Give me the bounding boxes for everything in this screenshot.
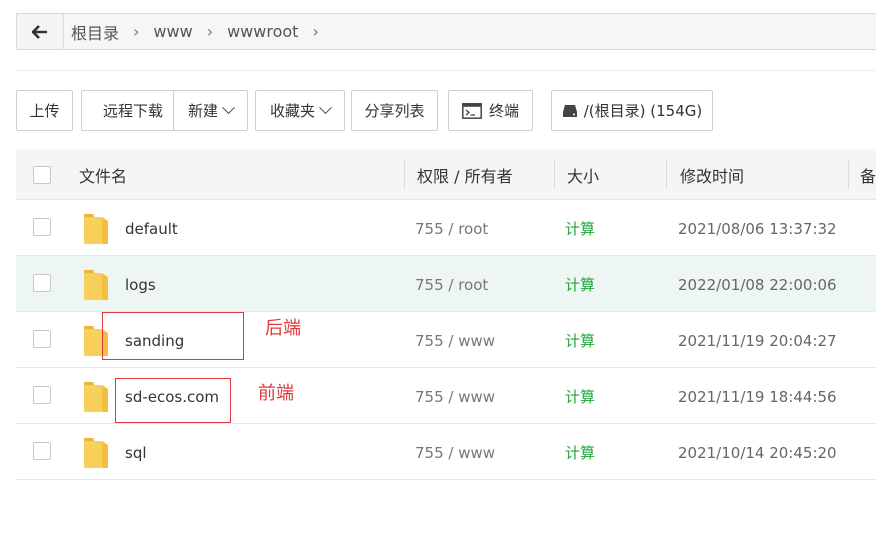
breadcrumb-item-root[interactable]: 根目录	[71, 20, 127, 44]
favorites-label: 收藏夹	[269, 102, 315, 120]
header-filename[interactable]: 文件名	[79, 149, 127, 199]
chevron-right-icon: ›	[206, 22, 214, 41]
table-row[interactable]: sql 755 / www 计算 2021/10/14 20:45:20	[16, 424, 876, 480]
column-divider	[666, 159, 667, 189]
terminal-button[interactable]: 终端	[448, 90, 533, 131]
row-checkbox[interactable]	[33, 274, 51, 292]
folder-icon	[84, 214, 108, 244]
annotation-box-backend	[102, 312, 244, 360]
row-checkbox[interactable]	[33, 218, 51, 236]
upload-label: 上传	[29, 102, 60, 120]
file-modified: 2021/10/14 20:45:20	[678, 444, 837, 462]
table-row[interactable]: default 755 / root 计算 2021/08/06 13:37:3…	[16, 200, 876, 256]
chevron-right-icon: ›	[312, 22, 319, 41]
select-all-checkbox[interactable]	[33, 166, 51, 184]
calculate-size-link[interactable]: 计算	[565, 200, 595, 256]
hard-disk-icon	[562, 104, 577, 117]
folder-icon	[84, 382, 108, 412]
row-checkbox[interactable]	[33, 442, 51, 460]
path-bar: 根目录 › www › wwwroot ›	[16, 13, 876, 50]
file-modified: 2021/11/19 18:44:56	[678, 388, 837, 406]
calculate-size-link[interactable]: 计算	[565, 424, 595, 480]
annotation-backend: 后端	[265, 318, 301, 339]
divider	[16, 70, 876, 71]
new-dropdown-button[interactable]: 新建	[173, 90, 248, 131]
row-checkbox[interactable]	[33, 386, 51, 404]
header-permission[interactable]: 权限 / 所有者	[417, 149, 513, 199]
folder-icon	[84, 438, 108, 468]
chevron-down-icon	[319, 101, 332, 115]
column-divider	[554, 159, 555, 189]
row-checkbox[interactable]	[33, 330, 51, 348]
terminal-icon	[462, 102, 482, 119]
chevron-down-icon	[222, 101, 235, 115]
breadcrumb-item-wwwroot[interactable]: wwwroot	[227, 22, 306, 41]
back-button[interactable]	[17, 14, 64, 49]
disk-label: /(根目录) (154G)	[583, 102, 703, 120]
file-modified: 2022/01/08 22:00:06	[678, 276, 837, 294]
file-name[interactable]: default	[125, 200, 178, 256]
terminal-label: 终端	[488, 102, 519, 120]
file-modified: 2021/08/06 13:37:32	[678, 220, 837, 238]
file-modified: 2021/11/19 20:04:27	[678, 332, 837, 350]
share-list-label: 分享列表	[364, 102, 425, 120]
header-modified[interactable]: 修改时间	[680, 149, 744, 199]
upload-button[interactable]: 上传	[16, 90, 73, 131]
file-name[interactable]: logs	[125, 256, 156, 312]
calculate-size-link[interactable]: 计算	[565, 312, 595, 368]
table-row[interactable]: logs 755 / root 计算 2022/01/08 22:00:06	[16, 256, 876, 312]
file-permission[interactable]: 755 / www	[415, 424, 495, 480]
share-list-button[interactable]: 分享列表	[351, 90, 438, 131]
annotation-box-frontend	[115, 378, 231, 423]
file-name[interactable]: sql	[125, 424, 147, 480]
favorites-dropdown-button[interactable]: 收藏夹	[255, 90, 345, 131]
file-permission[interactable]: 755 / root	[415, 256, 488, 312]
folder-icon	[84, 270, 108, 300]
breadcrumb: 根目录 › www › wwwroot ›	[71, 14, 333, 49]
chevron-right-icon: ›	[133, 22, 140, 41]
breadcrumb-item-www[interactable]: www	[153, 22, 200, 41]
disk-button[interactable]: /(根目录) (154G)	[551, 90, 713, 131]
column-divider	[848, 159, 849, 189]
remote-download-label: 远程下载	[102, 102, 163, 120]
annotation-frontend: 前端	[258, 383, 294, 404]
file-permission[interactable]: 755 / www	[415, 312, 495, 368]
new-label: 新建	[187, 102, 218, 120]
file-permission[interactable]: 755 / www	[415, 368, 495, 424]
calculate-size-link[interactable]: 计算	[565, 256, 595, 312]
column-divider	[404, 159, 405, 189]
file-permission[interactable]: 755 / root	[415, 200, 488, 256]
table-header: 文件名 权限 / 所有者 大小 修改时间 备	[16, 149, 876, 200]
header-remark[interactable]: 备	[860, 149, 876, 199]
calculate-size-link[interactable]: 计算	[565, 368, 595, 424]
arrow-left-icon	[32, 25, 47, 39]
header-size[interactable]: 大小	[567, 149, 599, 199]
remote-download-button[interactable]: 远程下载	[81, 90, 185, 131]
